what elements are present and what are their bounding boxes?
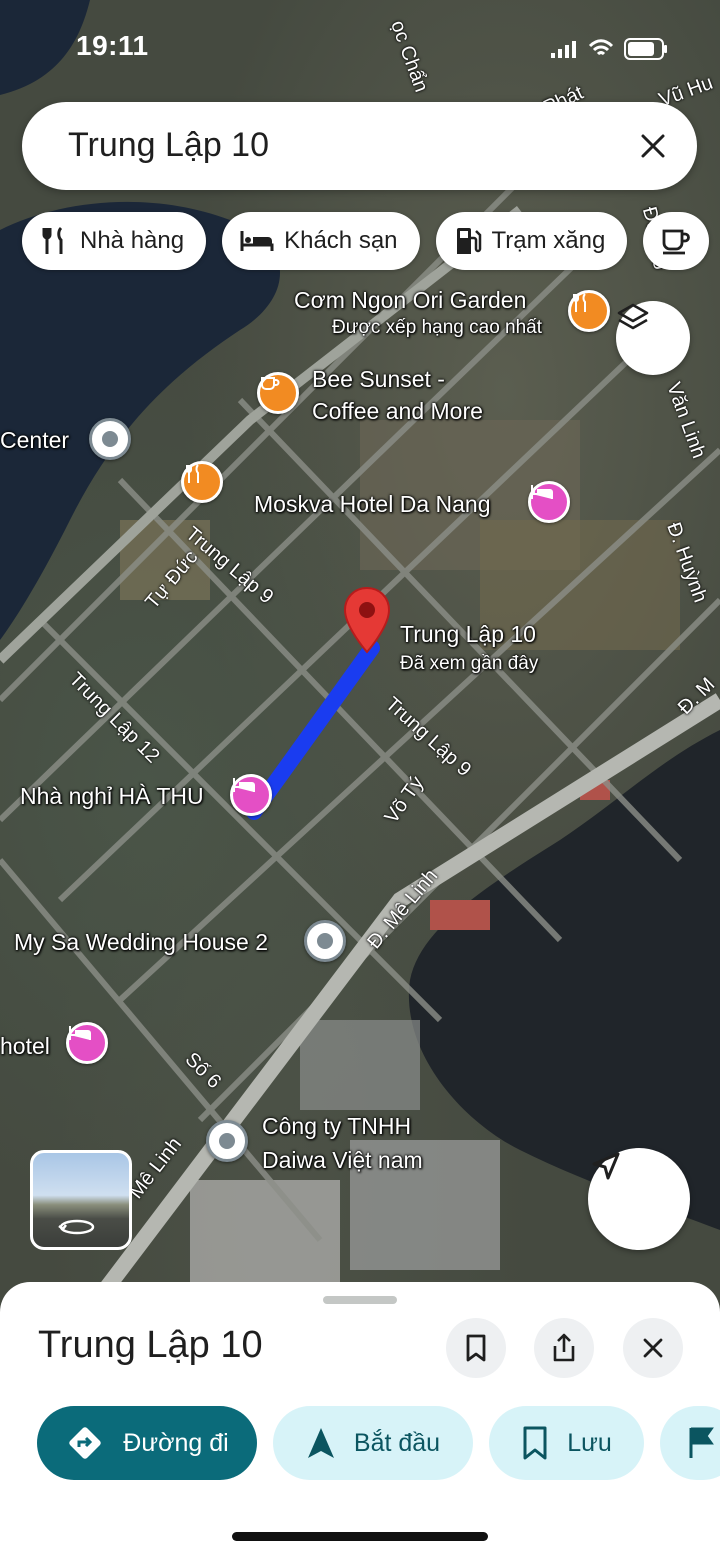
place-sublabel: Được xếp hạng cao nhất [332,317,543,338]
place-pin-icon[interactable] [304,920,346,962]
place-pin-icon[interactable] [206,1120,248,1162]
share-button[interactable] [534,1318,594,1378]
gas-station-icon [456,228,481,254]
status-time: 19:11 [76,30,149,61]
place-label[interactable]: My Sa Wedding House 2 [14,926,268,959]
directions-button[interactable]: Đường đi [37,1406,257,1480]
navigation-arrow-icon [592,1152,620,1180]
home-indicator [232,1532,488,1541]
selected-place-sublabel: Đã xem gần đây [400,653,539,674]
category-chips: Nhà hàng Khách sạn Trạm xăng [22,212,710,270]
hotel-pin-icon[interactable] [528,481,570,523]
search-bar[interactable]: Trung Lập 10 [22,102,697,190]
status-icons [550,38,668,60]
action-buttons: Đường đi Bắt đầu Lưu [37,1406,720,1480]
place-label[interactable]: Cơm Ngon Ori Garden [294,284,526,317]
map-view[interactable]: Trung Lập 9 Trung Lập 9 Tự Đức Trung Lập… [0,0,720,1310]
bookmark-icon [523,1426,547,1460]
coffee-pin-icon[interactable] [257,372,299,414]
flag-button[interactable] [660,1406,720,1480]
restaurant-pin-icon[interactable] [181,461,223,503]
close-icon [643,1338,663,1358]
rotate-360-icon [58,1219,95,1235]
selected-location-pin-icon[interactable] [342,586,392,656]
start-label: Bắt đầu [353,1428,441,1457]
restaurant-icon [42,226,63,254]
wifi-icon [588,39,614,56]
bookmark-icon [466,1334,486,1362]
flag-icon [689,1427,714,1458]
save-label: Lưu [567,1428,612,1457]
place-label[interactable]: Bee Sunset - [312,363,445,396]
place-label-line2: Daiwa Việt nam [262,1147,423,1173]
place-bottom-sheet[interactable]: Trung Lập 10 Đường đi Bắt đầu Lưu [0,1282,720,1558]
selected-place-label[interactable]: Trung Lập 10 [400,618,536,651]
coffee-icon [662,229,691,255]
chip-hotels[interactable]: Khách sạn [222,212,420,270]
start-button[interactable]: Bắt đầu [273,1406,473,1480]
street-view-thumbnail[interactable] [30,1150,132,1250]
directions-label: Đường đi [123,1428,229,1457]
sheet-drag-handle[interactable] [323,1296,397,1304]
chip-label: Khách sạn [284,227,398,254]
place-label[interactable]: hotel [0,1030,50,1063]
clear-search-button[interactable] [631,124,675,168]
place-label[interactable]: Moskva Hotel Da Nang [254,488,491,521]
chip-restaurants[interactable]: Nhà hàng [22,212,207,270]
place-label[interactable]: Center [0,424,69,457]
navigation-arrow-icon [307,1428,334,1458]
share-icon [553,1333,575,1362]
chip-label: Trạm xăng [491,227,606,254]
my-location-button[interactable] [588,1148,690,1250]
place-label-line2: Coffee and More [312,398,483,424]
place-label[interactable]: Công ty TNHH [262,1110,411,1143]
restaurant-pin-icon[interactable] [568,290,610,332]
directions-icon [69,1427,102,1459]
chip-gas-stations[interactable]: Trạm xăng [435,212,628,270]
layers-icon [617,303,649,330]
save-button[interactable]: Lưu [489,1406,644,1480]
chip-label: Nhà hàng [80,227,185,254]
close-sheet-button[interactable] [623,1318,683,1378]
hotel-icon [240,231,274,251]
chip-coffee[interactable] [643,212,710,270]
battery-icon [624,38,667,60]
hotel-pin-icon[interactable] [66,1022,108,1064]
layers-button[interactable] [616,301,690,375]
place-pin-icon[interactable] [89,418,131,460]
place-title: Trung Lập 10 [38,1324,263,1366]
save-place-button[interactable] [446,1318,506,1378]
search-query[interactable]: Trung Lập 10 [68,126,269,165]
close-icon [641,134,665,158]
place-label[interactable]: Nhà nghỉ HÀ THU [20,780,204,813]
cellular-signal-icon [551,41,576,58]
hotel-pin-icon[interactable] [230,774,272,816]
